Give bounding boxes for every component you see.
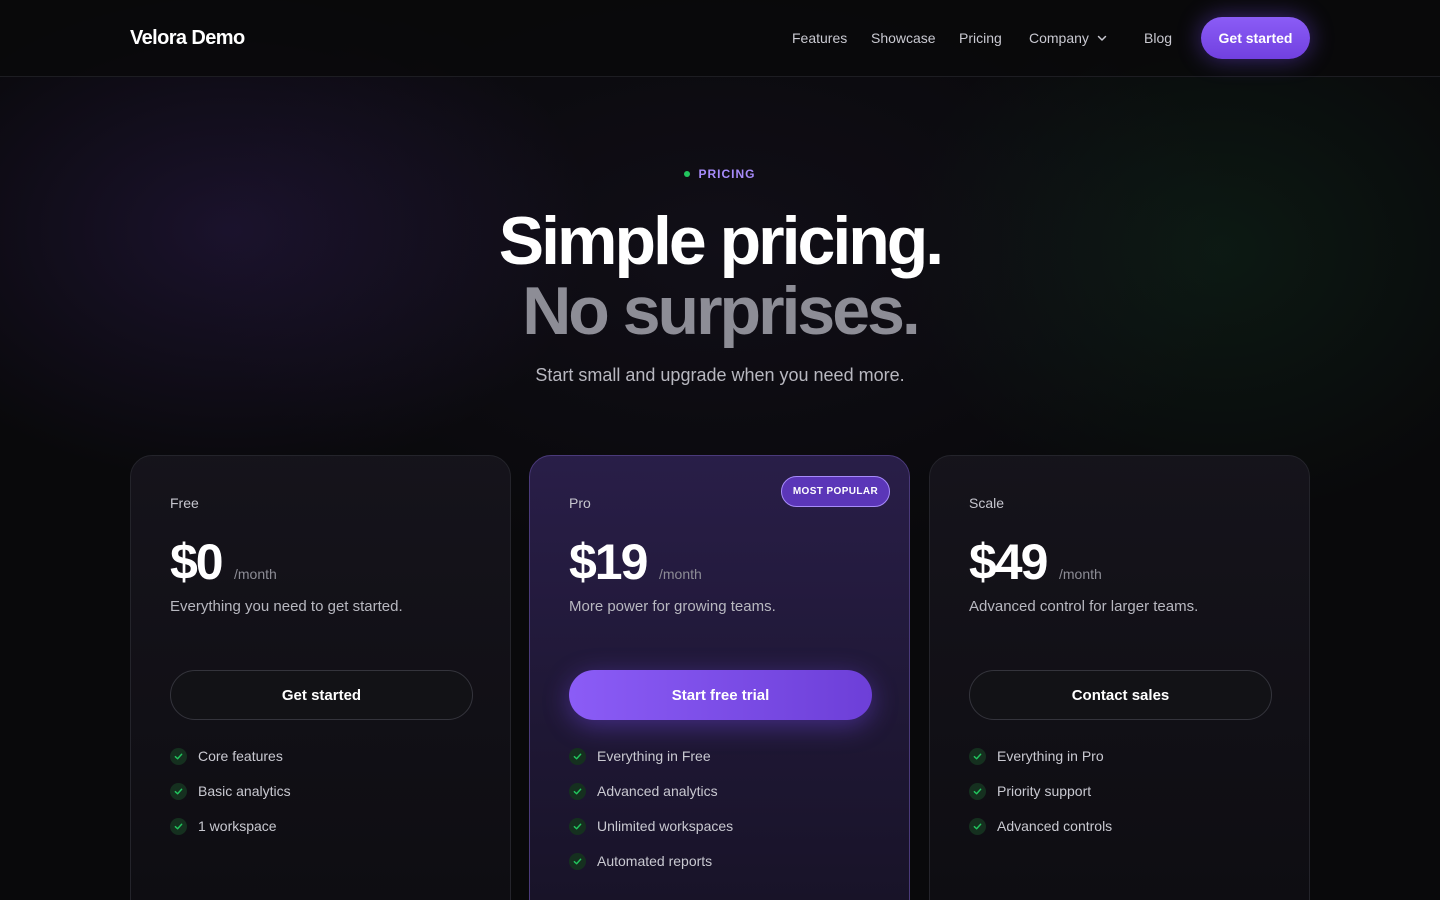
feature-list: Everything in Pro Priority support Advan… [969, 748, 1112, 853]
feature-list: Everything in Free Advanced analytics Un… [569, 748, 733, 888]
plan-name: Free [170, 495, 199, 511]
feature-label: Advanced controls [997, 818, 1113, 834]
feature-item: Everything in Pro [969, 748, 1112, 783]
check-icon [170, 748, 187, 765]
feature-label: Core features [198, 748, 283, 764]
status-dot-icon [684, 170, 691, 177]
plan-card-free: Free $0 /month Everything you need to ge… [130, 455, 511, 900]
plan-period: /month [659, 566, 702, 582]
check-icon [170, 818, 187, 835]
feature-item: Basic analytics [170, 783, 291, 818]
get-started-button[interactable]: Get started [170, 670, 473, 720]
check-icon [569, 818, 586, 835]
feature-label: Basic analytics [198, 783, 291, 799]
feature-label: Everything in Pro [997, 748, 1104, 764]
nav-link-company[interactable]: Company [1029, 30, 1109, 46]
section-eyebrow: PRICING [0, 167, 1440, 181]
contact-sales-button[interactable]: Contact sales [969, 670, 1272, 720]
feature-label: Automated reports [597, 853, 713, 869]
plan-price: $0 [170, 534, 224, 590]
top-navigation: Velora Demo Features Showcase Pricing Co… [0, 0, 1440, 77]
plan-card-pro: MOST POPULAR Pro $19 /month More power f… [529, 455, 910, 900]
feature-label: Unlimited workspaces [597, 818, 734, 834]
feature-label: Advanced analytics [597, 783, 718, 799]
feature-list: Core features Basic analytics 1 workspac… [170, 748, 291, 853]
nav-link-features[interactable]: Features [792, 30, 847, 46]
feature-item: Automated reports [569, 853, 733, 888]
plan-description: Advanced control for larger teams. [969, 598, 1199, 615]
hero-title-line-2: No surprises. [522, 273, 921, 349]
feature-item: Core features [170, 748, 291, 783]
plan-price: $49 [969, 534, 1048, 590]
plan-period: /month [234, 566, 277, 582]
plan-name: Scale [969, 495, 1005, 511]
start-free-trial-button[interactable]: Start free trial [569, 670, 872, 720]
feature-label: 1 workspace [198, 818, 277, 834]
check-icon [969, 748, 986, 765]
check-icon [569, 783, 586, 800]
check-icon [170, 783, 187, 800]
feature-item: Priority support [969, 783, 1112, 818]
hero-title-line-1: Simple pricing. [498, 203, 944, 279]
check-icon [969, 783, 986, 800]
nav-link-showcase[interactable]: Showcase [871, 30, 936, 46]
plan-description: More power for growing teams. [569, 598, 776, 615]
feature-label: Priority support [997, 783, 1092, 799]
feature-item: 1 workspace [170, 818, 291, 853]
chevron-down-icon [1097, 36, 1107, 42]
feature-label: Everything in Free [597, 748, 711, 764]
plan-card-scale: Scale $49 /month Advanced control for la… [929, 455, 1310, 900]
most-popular-badge: MOST POPULAR [781, 476, 890, 507]
feature-item: Everything in Free [569, 748, 733, 783]
eyebrow-label: PRICING [698, 167, 756, 181]
hero-subtitle: Start small and upgrade when you need mo… [535, 365, 905, 385]
feature-item: Advanced controls [969, 818, 1112, 853]
check-icon [969, 818, 986, 835]
nav-link-company-label: Company [1029, 30, 1089, 46]
plan-name: Pro [569, 495, 591, 511]
nav-link-blog[interactable]: Blog [1144, 30, 1172, 46]
check-icon [569, 748, 586, 765]
get-started-nav-button[interactable]: Get started [1201, 17, 1310, 59]
feature-item: Unlimited workspaces [569, 818, 733, 853]
feature-item: Advanced analytics [569, 783, 733, 818]
check-icon [569, 853, 586, 870]
plan-period: /month [1059, 566, 1102, 582]
plan-price: $19 [569, 534, 648, 590]
nav-link-pricing[interactable]: Pricing [959, 30, 1002, 46]
plan-description: Everything you need to get started. [170, 598, 403, 615]
